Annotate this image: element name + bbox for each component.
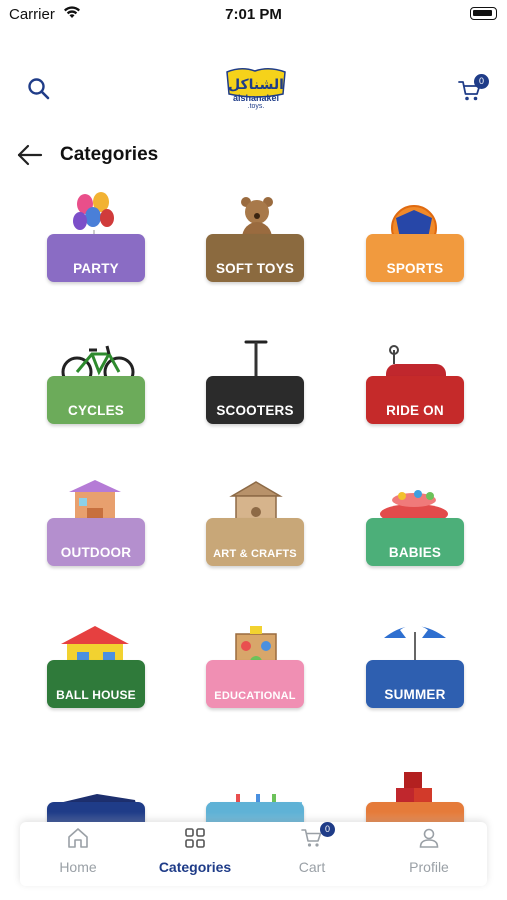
category-cycles[interactable]: CYCLES	[47, 332, 145, 424]
logo-subtext: .toys.	[247, 103, 265, 110]
category-tile: ART & CRAFTS	[206, 518, 304, 566]
svg-text:الشناكل: الشناكل	[228, 77, 284, 93]
logo-wordmark: alshanakel	[232, 93, 280, 103]
grid-icon	[185, 828, 205, 848]
category-tile: RIDE ON	[366, 376, 464, 424]
tab-label: Categories	[158, 859, 232, 875]
title-row: Categories	[0, 140, 507, 170]
tab-categories[interactable]: Categories	[137, 822, 253, 886]
category-tile: SCOOTERS	[206, 376, 304, 424]
cart-count-badge: 0	[320, 822, 335, 837]
page-title: Categories	[60, 144, 159, 165]
category-art-crafts[interactable]: ART & CRAFTS	[206, 474, 304, 566]
header-cart-button[interactable]: 0	[457, 72, 489, 104]
category-outdoor[interactable]: OUTDOOR	[47, 474, 145, 566]
category-ball-house[interactable]: BALL HOUSE	[47, 616, 145, 708]
category-tile: EDUCATIONAL	[206, 660, 304, 708]
status-bar: Carrier 7:01 PM	[0, 0, 507, 30]
category-educational[interactable]: EDUCATIONAL	[206, 616, 304, 708]
back-button[interactable]	[16, 143, 44, 167]
category-label: ART & CRAFTS	[213, 548, 297, 560]
category-label: BABIES	[388, 545, 442, 560]
tab-cart[interactable]: 0 Cart	[254, 822, 370, 886]
category-sports[interactable]: SPORTS	[366, 190, 464, 282]
category-babies[interactable]: BABIES	[366, 474, 464, 566]
category-summer[interactable]: SUMMER	[366, 616, 464, 708]
search-button[interactable]	[26, 76, 52, 102]
category-label: SOFT TOYS	[215, 261, 295, 276]
clock: 7:01 PM	[225, 6, 282, 23]
bottom-tab-bar: Home Categories 0 Cart Profile	[20, 822, 487, 886]
home-icon	[68, 828, 88, 848]
category-ride-on[interactable]: RIDE ON	[366, 332, 464, 424]
category-label: CYCLES	[68, 403, 124, 418]
category-tile: SOFT TOYS	[206, 234, 304, 282]
category-soft-toys[interactable]: SOFT TOYS	[206, 190, 304, 282]
category-label: OUTDOOR	[60, 545, 132, 560]
category-label: BALL HOUSE	[56, 688, 136, 702]
category-tile: SUMMER	[366, 660, 464, 708]
search-icon	[28, 78, 50, 100]
category-tile: OUTDOOR	[47, 518, 145, 566]
category-label: SUMMER	[384, 687, 446, 702]
tab-label: Profile	[409, 859, 449, 875]
category-tile: CYCLES	[47, 376, 145, 424]
app-header: الشناكل alshanakel .toys. 0	[0, 60, 507, 116]
alshanakel-logo[interactable]: الشناكل alshanakel .toys.	[221, 66, 291, 112]
arrow-left-icon	[17, 144, 43, 166]
category-tile: SPORTS	[366, 234, 464, 282]
cart-count-badge: 0	[474, 74, 489, 89]
category-scooters[interactable]: SCOOTERS	[206, 332, 304, 424]
category-party[interactable]: PARTY	[47, 190, 145, 282]
category-label: SPORTS	[386, 261, 444, 276]
category-label: PARTY	[73, 261, 119, 276]
category-label: EDUCATIONAL	[214, 690, 296, 702]
tab-profile[interactable]: Profile	[371, 822, 487, 886]
category-tile: BABIES	[366, 518, 464, 566]
tab-label: Home	[59, 859, 97, 875]
category-tile: BALL HOUSE	[47, 660, 145, 708]
category-label: SCOOTERS	[216, 403, 294, 418]
battery-icon	[470, 7, 497, 20]
tab-home[interactable]: Home	[20, 822, 136, 886]
user-icon	[419, 828, 439, 848]
category-tile: PARTY	[47, 234, 145, 282]
tab-label: Cart	[298, 859, 326, 875]
category-label: RIDE ON	[386, 403, 444, 418]
